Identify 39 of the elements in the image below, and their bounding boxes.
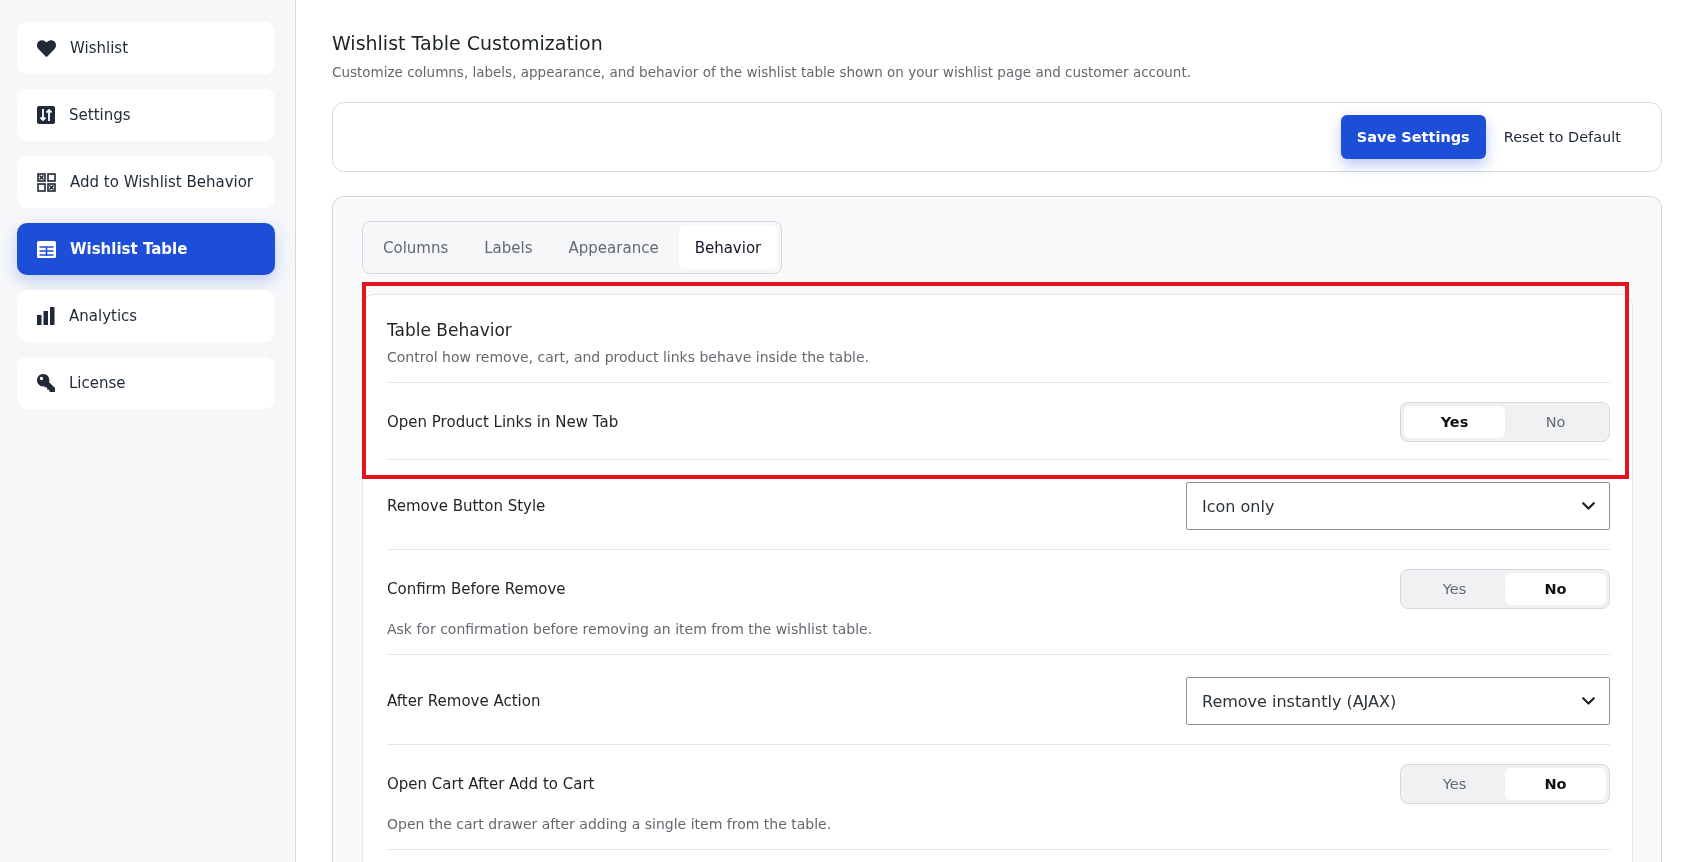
section-description: Control how remove, cart, and product links behave inside the table. [387,349,870,365]
tab[interactable]: Columns [367,226,465,269]
page-description: Customize columns, labels, appearance, and behavior of the wishlist table shown on your wishlist page and customer account. [332,64,1192,80]
page-title: Wishlist Table Customization [332,32,604,54]
setting-label: After Remove Action [387,692,541,710]
reset-button[interactable]: Reset to Default [1493,129,1631,145]
setting-help: Ask for confirmation before removing an item from the wishlist table. [387,621,874,637]
grid-icon [37,172,56,192]
sidebar-item[interactable]: Add to Wishlist Behavior [17,156,275,208]
save-settings-button[interactable]: Save Settings [1340,115,1486,159]
tab[interactable]: Labels [468,226,549,269]
toggle-option[interactable]: No [1505,573,1606,605]
sidebar-item[interactable]: Wishlist [17,22,275,74]
toggle-option[interactable]: No [1505,406,1606,438]
bar-chart-icon [37,307,55,325]
sidebar-item[interactable]: Settings [17,89,275,141]
tab[interactable]: Behavior [678,226,778,269]
toggle-option[interactable]: Yes [1404,406,1505,438]
chevron-down-icon [1582,697,1595,705]
select-dropdown[interactable]: Icon only [1186,482,1610,530]
toggle-option[interactable]: Yes [1404,573,1505,605]
setting-label: Remove Button Style [387,497,546,515]
key-icon [37,374,55,392]
table-icon [37,240,56,258]
setting-label: Open Cart After Add to Cart [387,775,595,793]
sidebar-item[interactable]: Wishlist Table [17,223,275,275]
sliders-icon [37,106,55,124]
setting-label: Confirm Before Remove [387,580,566,598]
toggle-option[interactable]: No [1505,768,1606,800]
sidebar-item[interactable]: Analytics [17,290,275,342]
section-title: Table Behavior [387,320,513,340]
heart-icon [37,38,56,58]
select-dropdown[interactable]: Remove instantly (AJAX) [1186,677,1610,725]
chevron-down-icon [1582,502,1595,510]
setting-help: Open the cart drawer after adding a single item from the table. [387,816,833,832]
sidebar-item[interactable]: License [17,357,275,409]
toggle-option[interactable]: Yes [1404,768,1505,800]
setting-label: Open Product Links in New Tab [387,413,619,431]
tab[interactable]: Appearance [552,226,675,269]
